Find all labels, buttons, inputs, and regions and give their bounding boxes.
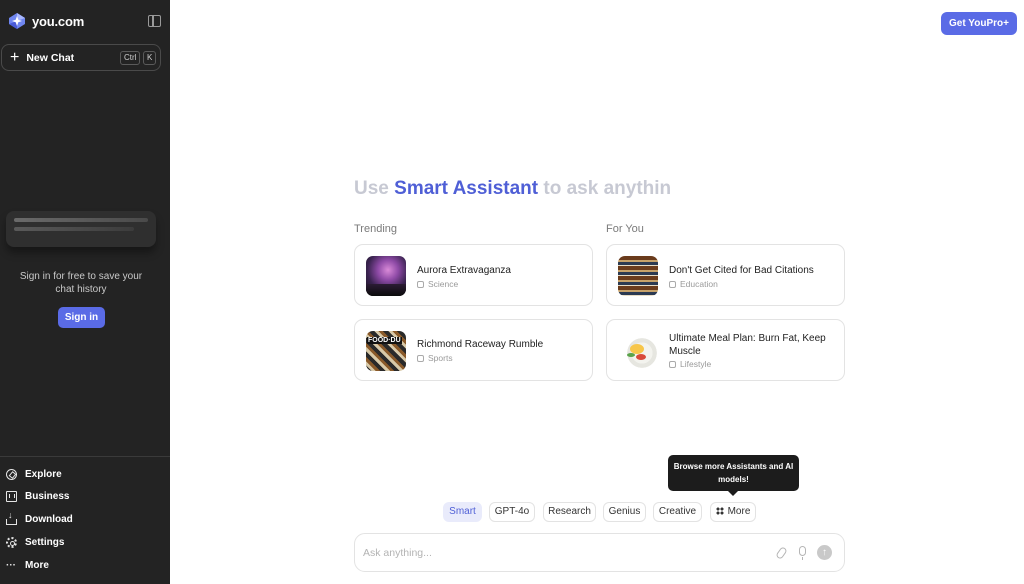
sidebar-item-business[interactable]: Business [6, 491, 69, 502]
more-models-tooltip: Browse more Assistants and AI models! [668, 455, 799, 496]
model-chip-research[interactable]: Research [543, 502, 596, 522]
sidebar-item-more[interactable]: ··· More [6, 560, 49, 571]
grid-icon [715, 507, 724, 515]
plus-icon: + [10, 48, 20, 66]
model-chip-more[interactable]: More [710, 502, 756, 522]
model-chip-genius[interactable]: Genius [603, 502, 646, 522]
microphone-icon[interactable] [799, 546, 806, 560]
card-title: Aurora Extravaganza [417, 265, 511, 276]
compass-icon [6, 469, 17, 480]
send-button[interactable]: ↑ [817, 545, 832, 560]
sidebar-item-label: Business [25, 491, 70, 502]
signin-prompt-text: Sign in for free to save your chat histo… [19, 271, 143, 295]
card-category: Sports [417, 353, 453, 363]
aurora-thumbnail [366, 256, 406, 296]
headline-suffix: to ask anythin [538, 178, 672, 199]
card-title: Ultimate Meal Plan: Burn Fat, Keep Muscl… [669, 333, 826, 357]
flask-icon [417, 280, 424, 288]
card-title: Richmond Raceway Rumble [417, 339, 544, 350]
download-icon [6, 510, 17, 525]
card-category-label: Education [680, 279, 718, 289]
books-thumbnail [618, 256, 658, 296]
for-you-card-meal-plan[interactable]: Ultimate Meal Plan: Burn Fat, Keep Muscl… [606, 319, 845, 381]
ask-box: ↑ [354, 533, 845, 572]
building-icon [6, 491, 17, 502]
card-category-label: Lifestyle [680, 359, 712, 369]
sidebar-item-settings[interactable]: Settings [6, 537, 64, 548]
raceway-thumbnail [366, 331, 406, 371]
ellipsis-icon: ··· [6, 560, 16, 571]
you-com-logo[interactable]: you.com [8, 12, 84, 30]
card-title: Don't Get Cited for Bad Citations [669, 265, 814, 276]
sidebar-item-label: Settings [25, 537, 65, 548]
logo-text: you.com [32, 13, 85, 29]
shortcut-k-key: K [143, 51, 157, 65]
for-you-title: For You [606, 223, 644, 235]
for-you-card-citations[interactable]: Don't Get Cited for Bad Citations Educat… [606, 244, 845, 306]
trending-card-aurora[interactable]: Aurora Extravaganza Science [354, 244, 593, 306]
graduation-cap-icon [669, 280, 676, 288]
sidebar-toggle-icon[interactable] [148, 15, 161, 27]
gear-icon [6, 537, 17, 548]
sidebar: you.com + New Chat Ctrl K Sign in for fr… [0, 0, 170, 584]
card-category: Lifestyle [669, 359, 711, 369]
paperclip-icon[interactable] [775, 546, 788, 560]
card-category-label: Sports [428, 353, 453, 363]
trophy-icon [417, 354, 424, 362]
sidebar-item-download[interactable]: Download [6, 510, 73, 525]
sidebar-item-label: Download [25, 514, 73, 525]
get-youpro-button[interactable]: Get YouPro+ [941, 12, 1017, 35]
model-chip-creative[interactable]: Creative [653, 502, 702, 522]
model-chip-gpt4o[interactable]: GPT-4o [489, 502, 535, 522]
model-chip-more-label: More [727, 506, 751, 517]
sidebar-divider [0, 456, 170, 457]
headline-prefix: Use [354, 178, 395, 199]
model-chip-smart[interactable]: Smart [443, 502, 482, 522]
card-category: Science [417, 279, 458, 289]
new-chat-button[interactable]: + New Chat Ctrl K [1, 44, 161, 71]
page-headline: Use Smart Assistant to ask anythin [354, 178, 671, 200]
card-category-label: Science [428, 279, 459, 289]
ask-input[interactable] [363, 544, 763, 562]
meal-thumbnail [618, 331, 658, 371]
home-icon [669, 360, 676, 368]
headline-accent: Smart Assistant [394, 178, 539, 199]
shortcut-ctrl-key: Ctrl [120, 51, 141, 65]
sidebar-item-label: Explore [25, 469, 62, 480]
new-chat-label: New Chat [26, 51, 75, 64]
trending-title: Trending [354, 223, 398, 235]
chat-history-placeholder [6, 211, 156, 247]
trending-card-raceway[interactable]: Richmond Raceway Rumble Sports [354, 319, 593, 381]
signin-button[interactable]: Sign in [58, 307, 105, 328]
sidebar-item-explore[interactable]: Explore [6, 469, 62, 480]
you-com-logo-icon [9, 13, 25, 29]
card-category: Education [669, 279, 718, 289]
sidebar-item-label: More [25, 560, 49, 571]
